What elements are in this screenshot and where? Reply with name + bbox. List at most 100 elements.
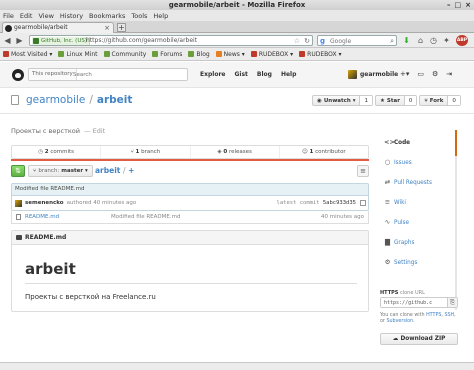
bookmark-community[interactable]: Community [103,51,146,58]
sidebar-item-code[interactable]: <> Code [384,137,454,151]
repo-name[interactable]: arbeit [97,94,133,106]
releases-count[interactable]: ◈ 0 releases [191,146,280,158]
url-text[interactable]: https://github.com/gearmobile/arbeit [86,36,197,46]
close-icon[interactable]: × [465,1,471,9]
tab-close-icon[interactable]: × [104,23,110,33]
clone-url-box: ⎘ [380,297,458,308]
site-identity-label: GitHub, Inc. (US) [41,38,87,44]
nav-help[interactable]: Help [281,71,296,78]
unwatch-group: ◉ Unwatch ▾ 1 [312,95,373,106]
contributors-count[interactable]: ☺ 1 contributor [280,146,368,158]
commit-author[interactable]: semenencko [25,196,64,210]
compare-button[interactable]: ⇅ [11,165,25,177]
file-commit-message[interactable]: Modified file README.md [111,211,180,223]
create-new-icon[interactable]: +▾ [400,70,409,78]
download-icon[interactable]: ⬇ [402,36,411,45]
user-menu[interactable]: gearmobile [348,70,398,79]
window-controls: – □ × [447,1,471,9]
menu-file[interactable]: File [3,12,14,20]
fork-button[interactable]: ⑂ Fork [420,96,447,105]
bookmark-linux-mint[interactable]: Linux Mint [58,51,98,58]
ssh-link[interactable]: SSH [444,313,454,318]
clone-url-input[interactable] [381,298,447,307]
bookmark-news[interactable]: News ▾ [215,51,245,58]
menu-bookmarks[interactable]: Bookmarks [89,12,125,20]
code-icon: <> [384,138,395,146]
download-zip-button[interactable]: ☁ Download ZIP [380,333,458,345]
minimize-icon[interactable]: – [447,1,451,9]
commit-message[interactable]: Modified file README.md [12,184,368,196]
maximize-icon[interactable]: □ [455,1,462,9]
forks-count[interactable]: 0 [447,96,460,105]
bookmark-rudebox-1[interactable]: RUDEBOX ▾ [250,51,293,58]
copy-sha-icon[interactable] [360,200,366,206]
forward-icon[interactable]: ▶ [15,36,24,45]
numbers-summary: ◷ 2 commits ⑂ 1 branch ◈ 0 releases ☺ 1 … [11,145,369,159]
breadcrumb-repo[interactable]: arbeit [95,166,120,175]
bookmark-rudebox-2[interactable]: RUDEBOX ▾ [299,51,342,58]
branch-label: branch: [38,168,60,174]
octocat-logo-icon[interactable] [12,69,24,81]
sidebar-item-settings[interactable]: ⚙ Settings [384,257,454,271]
sidebar-item-pulse[interactable]: ∿ Pulse [384,217,454,231]
list-item: README.md Modified file README.md 40 min… [12,211,368,223]
adblock-icon[interactable]: ABP [456,35,468,46]
https-link[interactable]: HTTPS [426,313,441,318]
google-icon[interactable]: g [320,36,325,46]
commits-count[interactable]: ◷ 2 commits [12,146,102,158]
menu-help[interactable]: Help [153,12,168,20]
nav-explore[interactable]: Explore [200,71,225,78]
list-view-icon[interactable]: ≡ [357,165,369,177]
tab-strip: gearmobile/arbeit × + [0,21,474,33]
readme-header: README.md [12,231,368,245]
github-search-input[interactable] [73,70,183,79]
home-icon[interactable]: ⌂ [416,36,425,45]
repo-owner[interactable]: gearmobile [26,94,85,106]
nav-gist[interactable]: Gist [234,71,247,78]
search-bar[interactable]: g ⌕ [317,35,397,46]
menu-tools[interactable]: Tools [131,12,147,20]
menu-edit[interactable]: Edit [20,12,33,20]
menu-history[interactable]: History [60,12,83,20]
settings-gear-icon[interactable]: ⚙ [432,70,438,78]
bookmark-blog[interactable]: Blog [188,51,210,58]
url-bar[interactable]: GitHub, Inc. (US) https://github.com/gea… [29,35,313,46]
new-file-button[interactable]: + [128,166,134,175]
sidebar-item-wiki[interactable]: ≡ Wiki [384,197,454,211]
github-search[interactable]: This repository [28,68,188,81]
commit-sha[interactable]: 5abc933d35 [323,200,356,206]
file-name[interactable]: README.md [25,211,59,223]
bookmark-star-icon[interactable]: ☆ [294,36,300,46]
browser-tab[interactable]: gearmobile/arbeit × [2,22,114,33]
bookmark-most-visited[interactable]: Most Visited ▾ [3,51,52,58]
watchers-count[interactable]: 1 [359,96,372,105]
inbox-icon[interactable]: ▭ [417,70,424,78]
pull-request-icon: ⇄ [384,178,391,186]
sidebar-rail [455,130,457,310]
search-icon[interactable]: ⌕ [390,36,394,46]
nav-blog[interactable]: Blog [257,71,272,78]
clipboard-icon[interactable]: ⎘ [447,298,457,307]
subversion-link[interactable]: Subversion [386,319,413,324]
unwatch-button[interactable]: ◉ Unwatch ▾ [313,96,359,105]
branches-count[interactable]: ⑂ 1 branch [101,146,191,158]
new-tab-button[interactable]: + [117,23,126,32]
bookmark-forums[interactable]: Forums [152,51,182,58]
web-search-input[interactable] [330,37,388,45]
reload-icon[interactable]: ↻ [304,36,310,46]
sidebar-item-pull-requests[interactable]: ⇄ Pull Requests [384,177,454,191]
sidebar-item-issues[interactable]: ○ Issues [384,157,454,171]
readme: README.md arbeit Проекты с версткой на F… [11,230,369,312]
repo-sidebar: <> Code ○ Issues ⇄ Pull Requests ≡ Wiki ∿ Pul… [384,137,454,271]
sidebar-item-graphs[interactable]: ▇ Graphs [384,237,454,251]
menu-view[interactable]: View [38,12,53,20]
site-identity[interactable]: GitHub, Inc. (US) [32,37,90,45]
history-icon[interactable]: ◷ [429,36,438,45]
stars-count[interactable]: 0 [403,96,417,105]
branch-select[interactable]: ⑂ branch: master ▾ [28,165,93,177]
star-button[interactable]: ★ Star [376,96,404,105]
back-icon[interactable]: ◀ [3,36,12,45]
edit-description-link[interactable]: — Edit [84,127,105,135]
sync-icon[interactable]: ✦ [442,36,451,45]
sign-out-icon[interactable]: ⇥ [446,70,452,78]
